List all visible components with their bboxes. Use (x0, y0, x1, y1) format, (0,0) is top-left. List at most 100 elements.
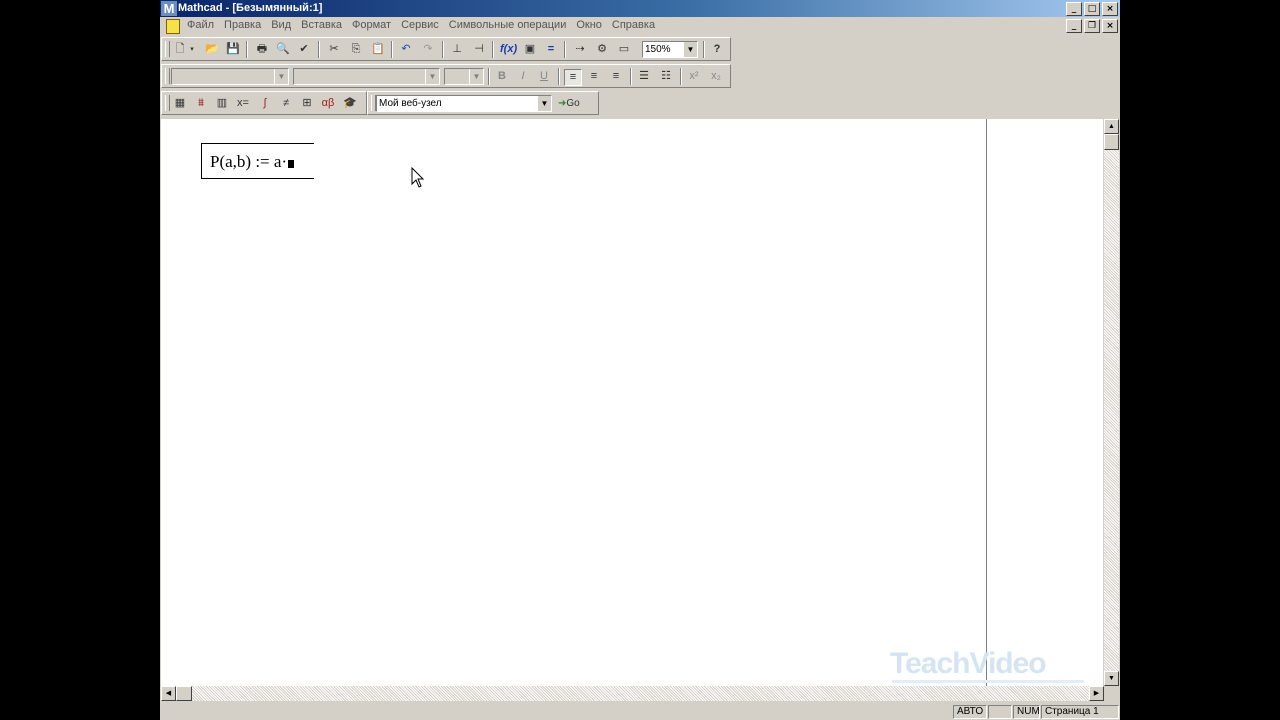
placeholder-icon[interactable] (288, 160, 295, 168)
scroll-up-icon[interactable]: ▲ (1104, 119, 1119, 134)
boolean-toolbar-icon[interactable]: ≠ (278, 96, 294, 111)
calculate-icon[interactable]: = (543, 42, 559, 57)
align-center-icon[interactable]: ≡ (586, 69, 602, 84)
open-folder-icon[interactable]: 📂 (204, 42, 220, 57)
watermark-text: TeachVideo (890, 647, 1047, 680)
undo-icon[interactable]: ↶ (398, 42, 414, 57)
vertical-scroll-thumb[interactable] (1104, 134, 1119, 150)
toolbar-grip[interactable] (165, 95, 170, 111)
maximize-button[interactable]: □ (1084, 2, 1100, 16)
graph-toolbar-icon[interactable]: ⩩ (193, 96, 209, 111)
web-toolbar: Мой веб-узел ▼ ➜Go (367, 91, 599, 115)
print-preview-icon[interactable]: 🔍 (275, 42, 291, 57)
menu-view[interactable]: Вид (266, 19, 296, 31)
redo-icon[interactable]: ↷ (420, 42, 436, 57)
menu-edit[interactable]: Правка (219, 19, 266, 31)
scroll-down-icon[interactable]: ▼ (1104, 671, 1119, 686)
menu-tools[interactable]: Сервис (396, 19, 444, 31)
doc-minimize-button[interactable]: _ (1066, 19, 1082, 33)
calculus-toolbar-icon[interactable]: ∫ (257, 96, 273, 111)
greek-toolbar-icon[interactable]: αβ (320, 96, 336, 111)
align-across-icon[interactable]: ⊥ (449, 42, 465, 57)
window-title: Mathcad - [Безымянный:1] (178, 2, 323, 14)
web-address-value: Мой веб-узел (379, 98, 442, 109)
save-icon[interactable]: 💾 (225, 42, 241, 57)
menu-insert[interactable]: Вставка (296, 19, 347, 31)
chevron-down-icon[interactable]: ▼ (469, 69, 483, 84)
italic-icon[interactable]: I (515, 69, 531, 84)
close-button[interactable]: × (1102, 2, 1118, 16)
align-left-icon[interactable]: ≡ (564, 69, 582, 86)
bold-icon[interactable]: B (494, 69, 510, 84)
status-message (162, 705, 952, 719)
worksheet-area: P(a,b) := a· TeachVideo ▲ ▼ ◀ ▶ (160, 118, 1120, 704)
align-down-icon[interactable]: ⊣ (471, 42, 487, 57)
web-address-select[interactable]: Мой веб-узел ▼ (376, 95, 552, 112)
menu-help[interactable]: Справка (607, 19, 660, 31)
watermark-logo: TeachVideo (890, 647, 1047, 681)
toolbar-grip[interactable] (165, 41, 170, 57)
print-icon[interactable]: 🖶 (254, 42, 270, 57)
underline-icon[interactable]: U (536, 69, 552, 84)
insert-component-icon[interactable]: ⚙ (594, 42, 610, 57)
toolbar-grip[interactable] (165, 68, 170, 84)
chevron-down-icon[interactable]: ▼ (425, 69, 439, 84)
vertical-scrollbar[interactable]: ▲ ▼ (1104, 119, 1119, 686)
chevron-down-icon[interactable]: ▼ (537, 96, 551, 111)
insert-function-icon[interactable]: f(x) (500, 42, 517, 57)
font-select[interactable]: ▼ (293, 68, 440, 85)
help-icon[interactable]: ? (709, 42, 725, 57)
insert-unit-icon[interactable]: ▣ (522, 42, 538, 57)
formatting-toolbar: ▼ ▼ ▼ B I U ≡ ≡ ≡ ☰ ☷ x² x₂ (161, 64, 731, 88)
menu-format[interactable]: Формат (347, 19, 396, 31)
bullet-list-icon[interactable]: ☰ (636, 69, 652, 84)
go-button[interactable]: ➜Go (558, 96, 592, 111)
status-mode: АВТО (953, 705, 987, 719)
new-document-icon[interactable]: 🗋 (172, 42, 188, 57)
programming-toolbar-icon[interactable]: ⊞ (299, 96, 315, 111)
math-region[interactable]: P(a,b) := a· (201, 143, 314, 179)
resource-center-icon[interactable]: ▭ (616, 42, 632, 57)
scroll-right-icon[interactable]: ▶ (1089, 686, 1104, 701)
mathcad-window: M Mathcad - [Безымянный:1] _ □ × Файл Пр… (160, 0, 1120, 720)
align-right-icon[interactable]: ≡ (608, 69, 624, 84)
chevron-down-icon[interactable]: ▼ (683, 42, 697, 57)
doc-restore-button[interactable]: ❐ (1084, 19, 1100, 33)
style-select[interactable]: ▼ (171, 68, 289, 85)
zoom-value: 150% (645, 44, 671, 55)
math-expression[interactable]: P(a,b) := a· (210, 152, 295, 172)
matrix-toolbar-icon[interactable]: ▥ (214, 96, 230, 111)
scroll-left-icon[interactable]: ◀ (161, 686, 176, 701)
mathcad-app-icon[interactable]: M (161, 1, 177, 16)
superscript-icon[interactable]: x² (686, 69, 702, 84)
standard-toolbar: 🗋 ▾ 📂 💾 🖶 🔍 ✔ ✂ ⎘ 📋 ↶ ↷ ⊥ ⊣ f(x) ▣ = ⇢ ⚙… (161, 37, 731, 61)
paste-icon[interactable]: 📋 (370, 42, 386, 57)
spell-check-icon[interactable]: ✔ (296, 42, 312, 57)
doc-close-button[interactable]: × (1102, 19, 1118, 33)
zoom-select[interactable]: 150% ▼ (642, 41, 698, 58)
horizontal-scrollbar[interactable]: ◀ ▶ (161, 686, 1104, 701)
numbered-list-icon[interactable]: ☷ (658, 69, 674, 84)
font-size-select[interactable]: ▼ (444, 68, 484, 85)
horizontal-scroll-thumb[interactable] (176, 686, 192, 701)
insert-hyperlink-icon[interactable]: ⇢ (572, 42, 588, 57)
watermark-underline (892, 680, 1084, 683)
minimize-button[interactable]: _ (1066, 2, 1082, 16)
symbolic-toolbar-icon[interactable]: 🎓 (342, 96, 358, 111)
worksheet-page[interactable]: P(a,b) := a· TeachVideo (161, 119, 1103, 686)
chevron-down-icon[interactable]: ▼ (274, 69, 288, 84)
math-toolbar: ▦ ⩩ ▥ x= ∫ ≠ ⊞ αβ 🎓 (161, 91, 367, 115)
document-icon[interactable] (166, 19, 180, 34)
title-bar[interactable]: M Mathcad - [Безымянный:1] _ □ × (160, 0, 1120, 17)
calculator-toolbar-icon[interactable]: ▦ (172, 96, 188, 111)
menu-file[interactable]: Файл (182, 19, 219, 31)
page-right-margin-line (986, 119, 987, 686)
new-dropdown-icon[interactable]: ▾ (188, 42, 196, 57)
menu-window[interactable]: Окно (571, 19, 607, 31)
evaluation-toolbar-icon[interactable]: x= (235, 96, 251, 111)
subscript-icon[interactable]: x₂ (708, 69, 724, 84)
menu-symbolics[interactable]: Символьные операции (444, 19, 572, 31)
copy-icon[interactable]: ⎘ (348, 42, 364, 57)
cut-icon[interactable]: ✂ (326, 42, 342, 57)
mouse-pointer-icon (411, 167, 425, 188)
